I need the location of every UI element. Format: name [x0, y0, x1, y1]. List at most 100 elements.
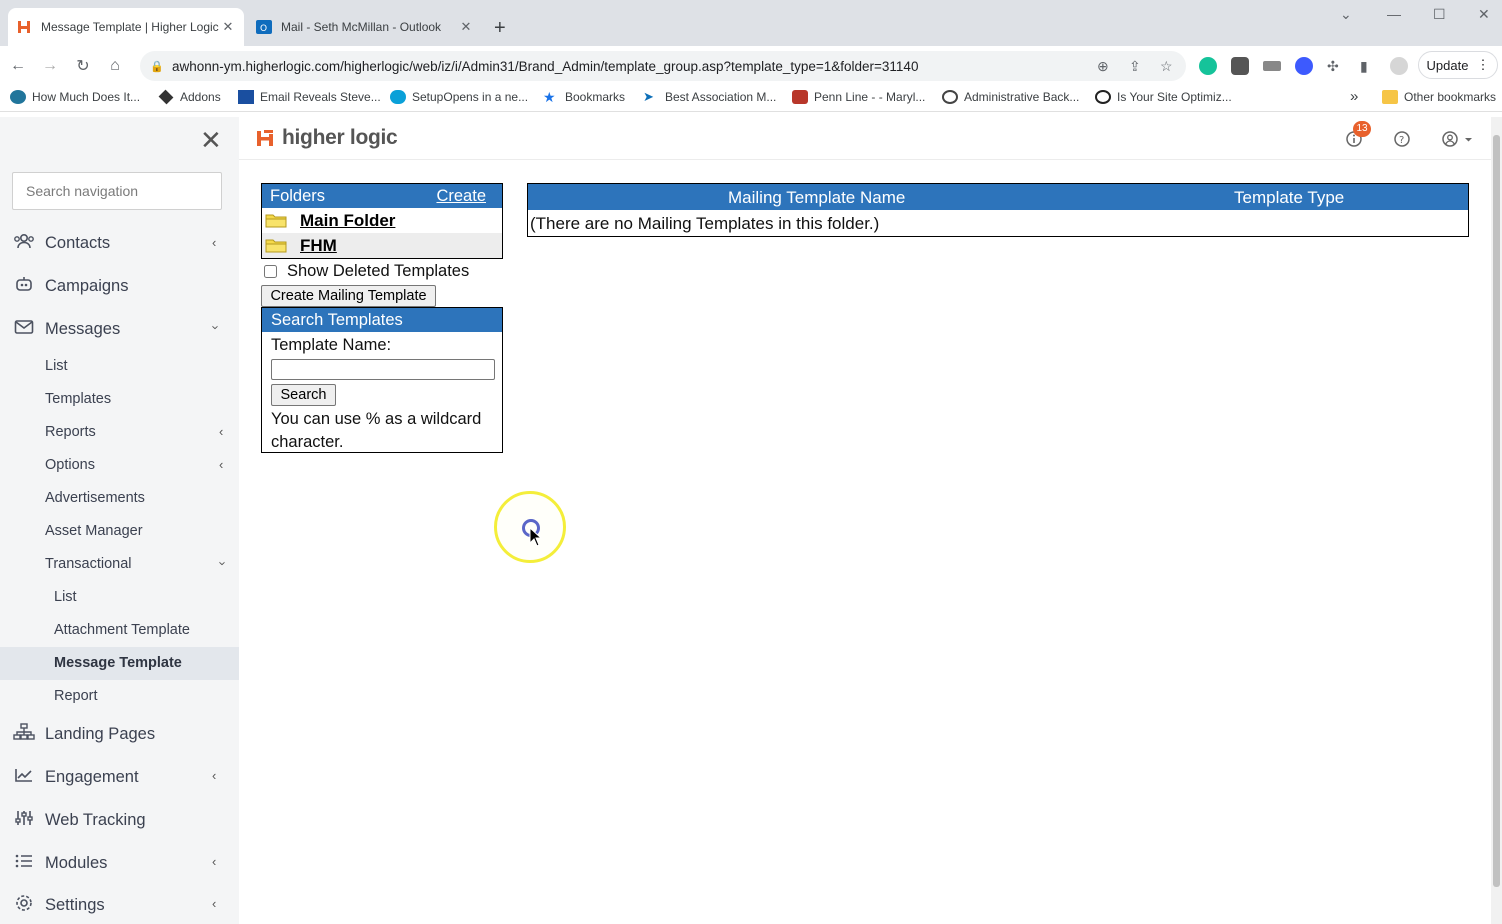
bookmark-label: Addons [180, 90, 221, 104]
tab-message-template[interactable]: Message Template | Higher Logic ✕ [8, 8, 244, 46]
bookmark-label: SetupOpens in a ne... [412, 90, 529, 104]
lock-icon: 🔒 [150, 60, 164, 73]
sidebar-item-label: Modules [45, 853, 108, 872]
search-navigation-input[interactable] [12, 172, 222, 210]
reload-icon[interactable]: ↻ [71, 54, 95, 78]
chevron-left-icon: ‹ [212, 896, 217, 911]
bookmark-item[interactable]: ➤ Best Association M... [643, 89, 777, 105]
sitemap-icon [12, 723, 36, 745]
sidebar-subitem-transactional-list[interactable]: List [54, 589, 77, 605]
close-sidebar-icon[interactable]: ✕ [200, 127, 222, 153]
extension-icon[interactable] [1295, 57, 1313, 75]
share-icon[interactable]: ⇪ [1129, 58, 1141, 75]
sidebar-item-engagement[interactable]: Engagement [12, 764, 139, 790]
column-header-template-type[interactable]: Template Type [1234, 188, 1344, 208]
close-tab-icon[interactable]: ✕ [458, 19, 474, 35]
bookmark-star-icon[interactable]: ☆ [1160, 58, 1173, 75]
sidebar-subitem-list[interactable]: List [45, 358, 68, 374]
sidebar-item-contacts[interactable]: Contacts [12, 230, 110, 256]
sidebar-item-messages[interactable]: Messages [12, 316, 120, 342]
template-name-label: Template Name: [271, 336, 392, 354]
sidebar-subitem-transactional[interactable]: Transactional [45, 556, 132, 572]
arrow-icon: ➤ [643, 89, 654, 104]
home-icon[interactable]: ⌂ [103, 54, 127, 78]
extension-icon[interactable] [1263, 61, 1281, 71]
logo-text: higher logic [282, 126, 398, 149]
user-account-icon[interactable] [1441, 130, 1475, 153]
grammarly-extension-icon[interactable] [1199, 57, 1217, 75]
sidebar-subitem-reports[interactable]: Reports [45, 424, 96, 440]
other-bookmarks[interactable]: Other bookmarks [1382, 90, 1496, 104]
column-header-template-name[interactable]: Mailing Template Name [728, 188, 905, 208]
window-close-icon[interactable]: ✕ [1478, 6, 1490, 23]
higher-logic-favicon-icon [16, 19, 32, 35]
bookmark-item[interactable]: Email Reveals Steve... [238, 90, 381, 104]
address-bar[interactable]: 🔒 awhonn-ym.higherlogic.com/higherlogic/… [140, 51, 1186, 81]
maximize-icon[interactable]: ☐ [1433, 6, 1446, 23]
bookmark-item[interactable]: Addons [158, 89, 221, 105]
higher-logic-logo[interactable]: higher logic [255, 126, 398, 150]
wildcard-help-text: You can use % as a wildcard character. [271, 410, 482, 451]
sidebar-item-label: Landing Pages [45, 724, 156, 743]
sidebar-subitem-attachment-template[interactable]: Attachment Template [54, 622, 190, 638]
sidebar-subitem-asset-manager[interactable]: Asset Manager [45, 523, 143, 539]
app-header: higher logic 13 ? [239, 117, 1491, 160]
create-folder-link[interactable]: Create [436, 187, 486, 206]
search-templates-panel: Search Templates Template Name: Search Y… [261, 307, 503, 453]
gear-icon [12, 894, 36, 916]
search-button[interactable]: Search [271, 384, 336, 406]
sidebar-subitem-report[interactable]: Report [54, 688, 98, 704]
bookmark-item[interactable]: How Much Does It... [10, 90, 140, 104]
create-mailing-template-button[interactable]: Create Mailing Template [261, 285, 436, 307]
sidebar-subitem-templates[interactable]: Templates [45, 391, 111, 407]
url-text: awhonn-ym.higherlogic.com/higherlogic/we… [172, 58, 919, 74]
update-button[interactable]: Update ⋮ [1418, 51, 1498, 79]
bookmark-label: Best Association M... [665, 90, 777, 104]
zoom-icon[interactable]: ⊕ [1097, 58, 1109, 75]
close-tab-icon[interactable]: ✕ [220, 19, 236, 35]
sidebar-item-modules[interactable]: Modules [12, 850, 107, 876]
bookmark-item[interactable]: ★ Bookmarks [543, 90, 625, 104]
extensions-puzzle-icon[interactable]: ✣ [1327, 58, 1339, 75]
bookmarks-overflow-icon[interactable]: » [1350, 88, 1358, 105]
maryland-flag-icon [792, 90, 808, 104]
sidebar-item-campaigns[interactable]: Campaigns [12, 273, 128, 299]
template-name-input[interactable] [271, 359, 495, 380]
back-icon[interactable]: ← [6, 54, 30, 78]
browser-tab-strip: Message Template | Higher Logic ✕ O Mail… [0, 0, 1502, 46]
sidebar-subitem-advertisements[interactable]: Advertisements [45, 490, 145, 506]
sidebar-item-label: Settings [45, 895, 105, 914]
sidebar-item-landing-pages[interactable]: Landing Pages [12, 721, 155, 747]
folders-title: Folders [270, 186, 326, 205]
bookmark-item[interactable]: Is Your Site Optimiz... [1095, 90, 1232, 104]
show-deleted-templates-row[interactable]: Show Deleted Templates [264, 262, 469, 281]
folder-icon [1382, 90, 1398, 104]
bookmark-item[interactable]: Penn Line - - Maryl... [792, 90, 925, 104]
chevron-left-icon: ‹ [212, 235, 217, 250]
sidebar-item-web-tracking[interactable]: Web Tracking [12, 807, 146, 833]
bookmark-item[interactable]: Administrative Back... [942, 90, 1079, 104]
side-panel-icon[interactable]: ▮ [1360, 58, 1368, 75]
bookmark-item[interactable]: SetupOpens in a ne... [390, 90, 528, 104]
forward-icon[interactable]: → [38, 54, 62, 78]
list-icon [12, 853, 36, 873]
accessibility-icon [1095, 90, 1111, 104]
sidebar-subitem-options[interactable]: Options [45, 457, 95, 473]
higher-logic-logo-mark-icon [257, 130, 273, 146]
help-icon[interactable]: ? [1393, 130, 1411, 153]
sidebar-subitem-message-template[interactable]: Message Template [54, 655, 182, 671]
show-deleted-checkbox[interactable] [264, 265, 277, 278]
folder-item-main[interactable]: Main Folder [262, 208, 502, 233]
folder-item-fhm[interactable]: FHM [262, 233, 502, 258]
sidebar-item-label: Engagement [45, 767, 139, 786]
chevron-left-icon: ‹ [212, 854, 217, 869]
tab-search-chevron-icon[interactable]: ⌄ [1340, 6, 1352, 23]
profile-avatar-icon[interactable] [1390, 57, 1408, 75]
bookmark-label: How Much Does It... [32, 90, 141, 104]
sidebar-item-settings[interactable]: Settings [12, 892, 105, 918]
new-tab-plus-icon[interactable]: + [494, 18, 506, 38]
extension-icon[interactable] [1231, 57, 1249, 75]
minimize-icon[interactable]: — [1387, 6, 1401, 22]
tab-outlook-mail[interactable]: O Mail - Seth McMillan - Outlook ✕ [248, 8, 482, 46]
scrollbar-thumb[interactable] [1493, 135, 1500, 887]
